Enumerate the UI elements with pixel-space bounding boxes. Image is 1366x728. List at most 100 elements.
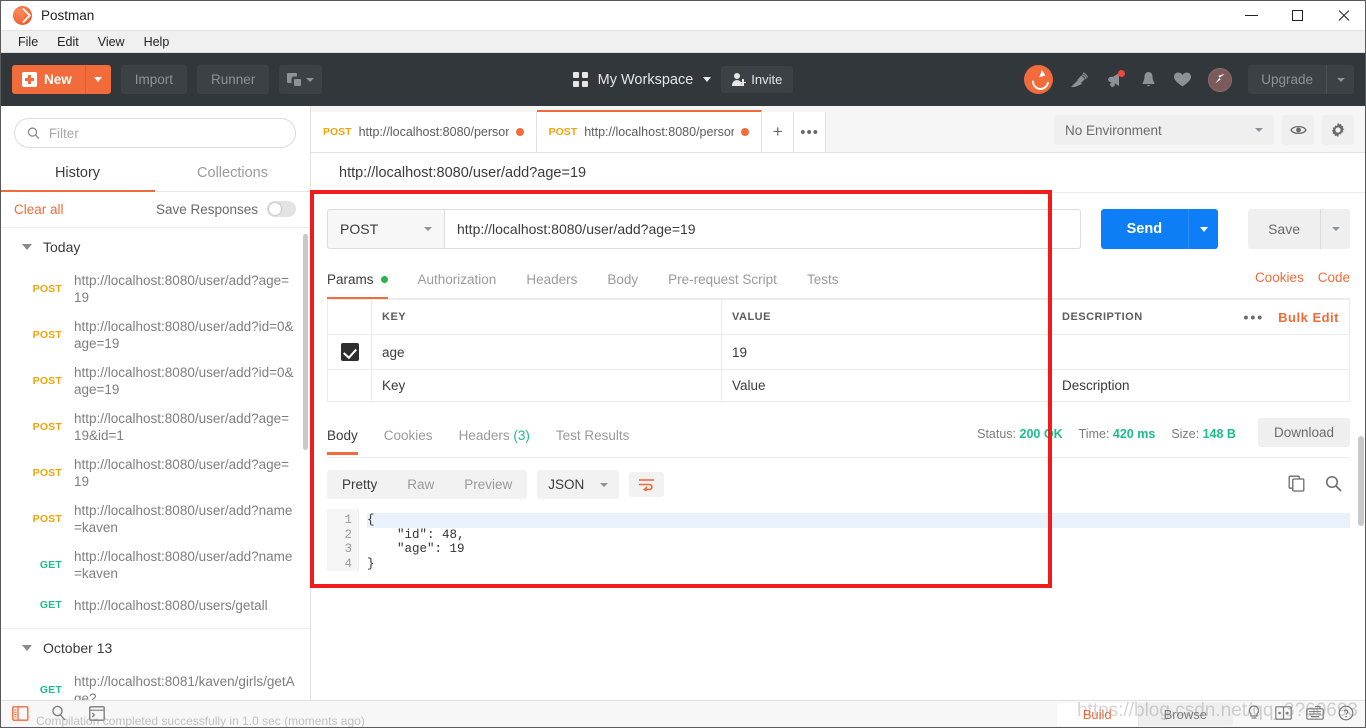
response-tab-body[interactable]: Body bbox=[327, 422, 358, 455]
menu-file[interactable]: File bbox=[10, 33, 46, 51]
new-tab-button[interactable]: + bbox=[762, 112, 795, 152]
tab-params[interactable]: Params bbox=[327, 266, 388, 299]
clear-all-button[interactable]: Clear all bbox=[14, 202, 64, 217]
param-description-cell[interactable] bbox=[1051, 334, 1350, 370]
filter-input[interactable] bbox=[48, 125, 283, 141]
heart-icon[interactable] bbox=[1173, 71, 1192, 88]
response-tab-cookies[interactable]: Cookies bbox=[384, 422, 433, 454]
environment-selector[interactable]: No Environment bbox=[1054, 115, 1274, 145]
list-item[interactable]: POST http://localhost:8080/user/add?age=… bbox=[0, 266, 310, 312]
request-tab-1[interactable]: POST http://localhost:8080/person/sa bbox=[311, 112, 537, 152]
param-new-checkbox-cell[interactable] bbox=[327, 369, 372, 402]
bell-icon[interactable] bbox=[1140, 71, 1157, 89]
param-enabled-checkbox[interactable] bbox=[340, 343, 359, 361]
invite-button[interactable]: Invite bbox=[721, 66, 794, 93]
layout-icon[interactable] bbox=[1275, 706, 1292, 723]
param-value-cell[interactable]: 19 bbox=[721, 334, 1052, 370]
find-icon[interactable] bbox=[51, 705, 67, 724]
param-row-checkbox-cell[interactable] bbox=[327, 334, 372, 370]
tab-headers[interactable]: Headers bbox=[526, 266, 577, 298]
new-window-button[interactable] bbox=[279, 65, 323, 94]
workspace-chevron-down-icon[interactable] bbox=[703, 77, 712, 82]
copy-icon[interactable] bbox=[1288, 475, 1305, 495]
help-icon[interactable] bbox=[1338, 705, 1354, 724]
megaphone-icon[interactable] bbox=[1105, 69, 1126, 89]
url-input[interactable] bbox=[457, 221, 1068, 237]
send-button[interactable]: Send bbox=[1100, 209, 1189, 249]
list-item[interactable]: GET http://localhost:8080/user/add?name=… bbox=[0, 542, 310, 588]
list-item[interactable]: GET http://localhost:8080/users/getall bbox=[0, 588, 310, 622]
save-button[interactable]: Save bbox=[1248, 209, 1320, 249]
content-scrollbar[interactable] bbox=[1358, 436, 1364, 526]
params-more-button[interactable]: ••• bbox=[1243, 309, 1264, 325]
history-group-today[interactable]: Today bbox=[0, 228, 310, 266]
close-button[interactable] bbox=[1320, 0, 1366, 31]
url-input-wrapper[interactable] bbox=[445, 209, 1081, 249]
menu-edit[interactable]: Edit bbox=[49, 33, 87, 51]
save-dropdown-caret[interactable] bbox=[1320, 209, 1350, 249]
bulk-edit-button[interactable]: Bulk Edit bbox=[1278, 310, 1339, 325]
sync-icon[interactable] bbox=[1024, 65, 1054, 94]
new-dropdown-caret[interactable] bbox=[84, 65, 111, 94]
browse-tab[interactable]: Browse bbox=[1138, 703, 1233, 726]
comet-icon[interactable] bbox=[1208, 67, 1233, 92]
maximize-button[interactable] bbox=[1274, 0, 1320, 31]
menu-help[interactable]: Help bbox=[136, 33, 178, 51]
new-button[interactable]: New bbox=[12, 65, 111, 94]
cookies-link[interactable]: Cookies bbox=[1255, 270, 1304, 285]
upgrade-dropdown-caret[interactable] bbox=[1326, 65, 1354, 94]
word-wrap-icon[interactable] bbox=[629, 472, 665, 497]
list-item[interactable]: POST http://localhost:8080/user/add?name… bbox=[0, 496, 310, 542]
history-scroll-area[interactable]: Today POST http://localhost:8080/user/ad… bbox=[0, 228, 310, 700]
eye-icon[interactable] bbox=[1282, 115, 1314, 145]
tab-authorization[interactable]: Authorization bbox=[418, 266, 497, 298]
gear-icon[interactable] bbox=[1322, 115, 1354, 145]
sidebar-tab-history[interactable]: History bbox=[0, 156, 155, 192]
view-mode-preview[interactable]: Preview bbox=[449, 470, 527, 499]
search-icon[interactable] bbox=[1325, 475, 1342, 495]
upgrade-button[interactable]: Upgrade bbox=[1248, 65, 1354, 94]
save-responses-switch[interactable] bbox=[267, 201, 296, 217]
tab-pre-request-script[interactable]: Pre-request Script bbox=[668, 266, 777, 298]
menu-view[interactable]: View bbox=[90, 33, 133, 51]
console-icon[interactable] bbox=[89, 705, 105, 724]
save-responses-toggle[interactable]: Save Responses bbox=[156, 201, 296, 217]
request-tab-2[interactable]: POST http://localhost:8080/person/sa bbox=[536, 110, 763, 152]
send-dropdown-caret[interactable] bbox=[1188, 209, 1219, 249]
response-tab-headers-label: Headers bbox=[458, 427, 510, 443]
keyboard-icon[interactable] bbox=[1306, 706, 1324, 723]
param-new-value-cell[interactable]: Value bbox=[721, 369, 1052, 402]
list-item[interactable]: POST http://localhost:8080/user/add?age=… bbox=[0, 450, 310, 496]
list-item[interactable]: POST http://localhost:8080/user/add?id=0… bbox=[0, 312, 310, 358]
param-key-cell[interactable]: age bbox=[371, 334, 722, 370]
tab-tests[interactable]: Tests bbox=[807, 266, 839, 298]
workspace-name[interactable]: My Workspace bbox=[598, 72, 694, 88]
response-tab-test-results[interactable]: Test Results bbox=[556, 422, 630, 454]
history-group-october-13[interactable]: October 13 bbox=[0, 629, 310, 667]
code-link[interactable]: Code bbox=[1318, 270, 1350, 285]
sidebar-tab-collections[interactable]: Collections bbox=[155, 156, 310, 191]
list-item[interactable]: POST http://localhost:8080/user/add?age=… bbox=[0, 404, 310, 450]
minimize-button[interactable] bbox=[1228, 0, 1274, 31]
view-mode-raw[interactable]: Raw bbox=[392, 470, 449, 499]
download-button[interactable]: Download bbox=[1257, 418, 1350, 447]
import-button[interactable]: Import bbox=[120, 65, 188, 94]
response-format-selector[interactable]: JSON bbox=[537, 470, 620, 499]
list-item[interactable]: GET http://localhost:8081/kaven/girls/ge… bbox=[0, 667, 310, 700]
build-tab[interactable]: Build bbox=[1056, 703, 1138, 726]
param-new-key-cell[interactable]: Key bbox=[371, 369, 722, 402]
sidebar-scrollbar[interactable] bbox=[303, 234, 308, 450]
runner-button[interactable]: Runner bbox=[197, 65, 270, 94]
param-new-description-cell[interactable]: Description bbox=[1051, 369, 1350, 402]
response-body-viewer[interactable]: 1 2 3 4 { "id": 48, "age": 19 } bbox=[327, 509, 1350, 572]
view-mode-pretty[interactable]: Pretty bbox=[327, 470, 392, 499]
bulb-icon[interactable] bbox=[1247, 705, 1261, 724]
list-item[interactable]: POST http://localhost:8080/user/add?id=0… bbox=[0, 358, 310, 404]
satellite-icon[interactable] bbox=[1069, 71, 1089, 89]
sidebar-toggle-icon[interactable] bbox=[12, 705, 29, 724]
tab-body[interactable]: Body bbox=[607, 266, 638, 298]
response-tab-headers[interactable]: Headers (3) bbox=[459, 422, 530, 454]
http-method-selector[interactable]: POST bbox=[327, 209, 445, 249]
filter-box[interactable] bbox=[14, 118, 296, 148]
tab-options-button[interactable]: ••• bbox=[794, 112, 827, 152]
